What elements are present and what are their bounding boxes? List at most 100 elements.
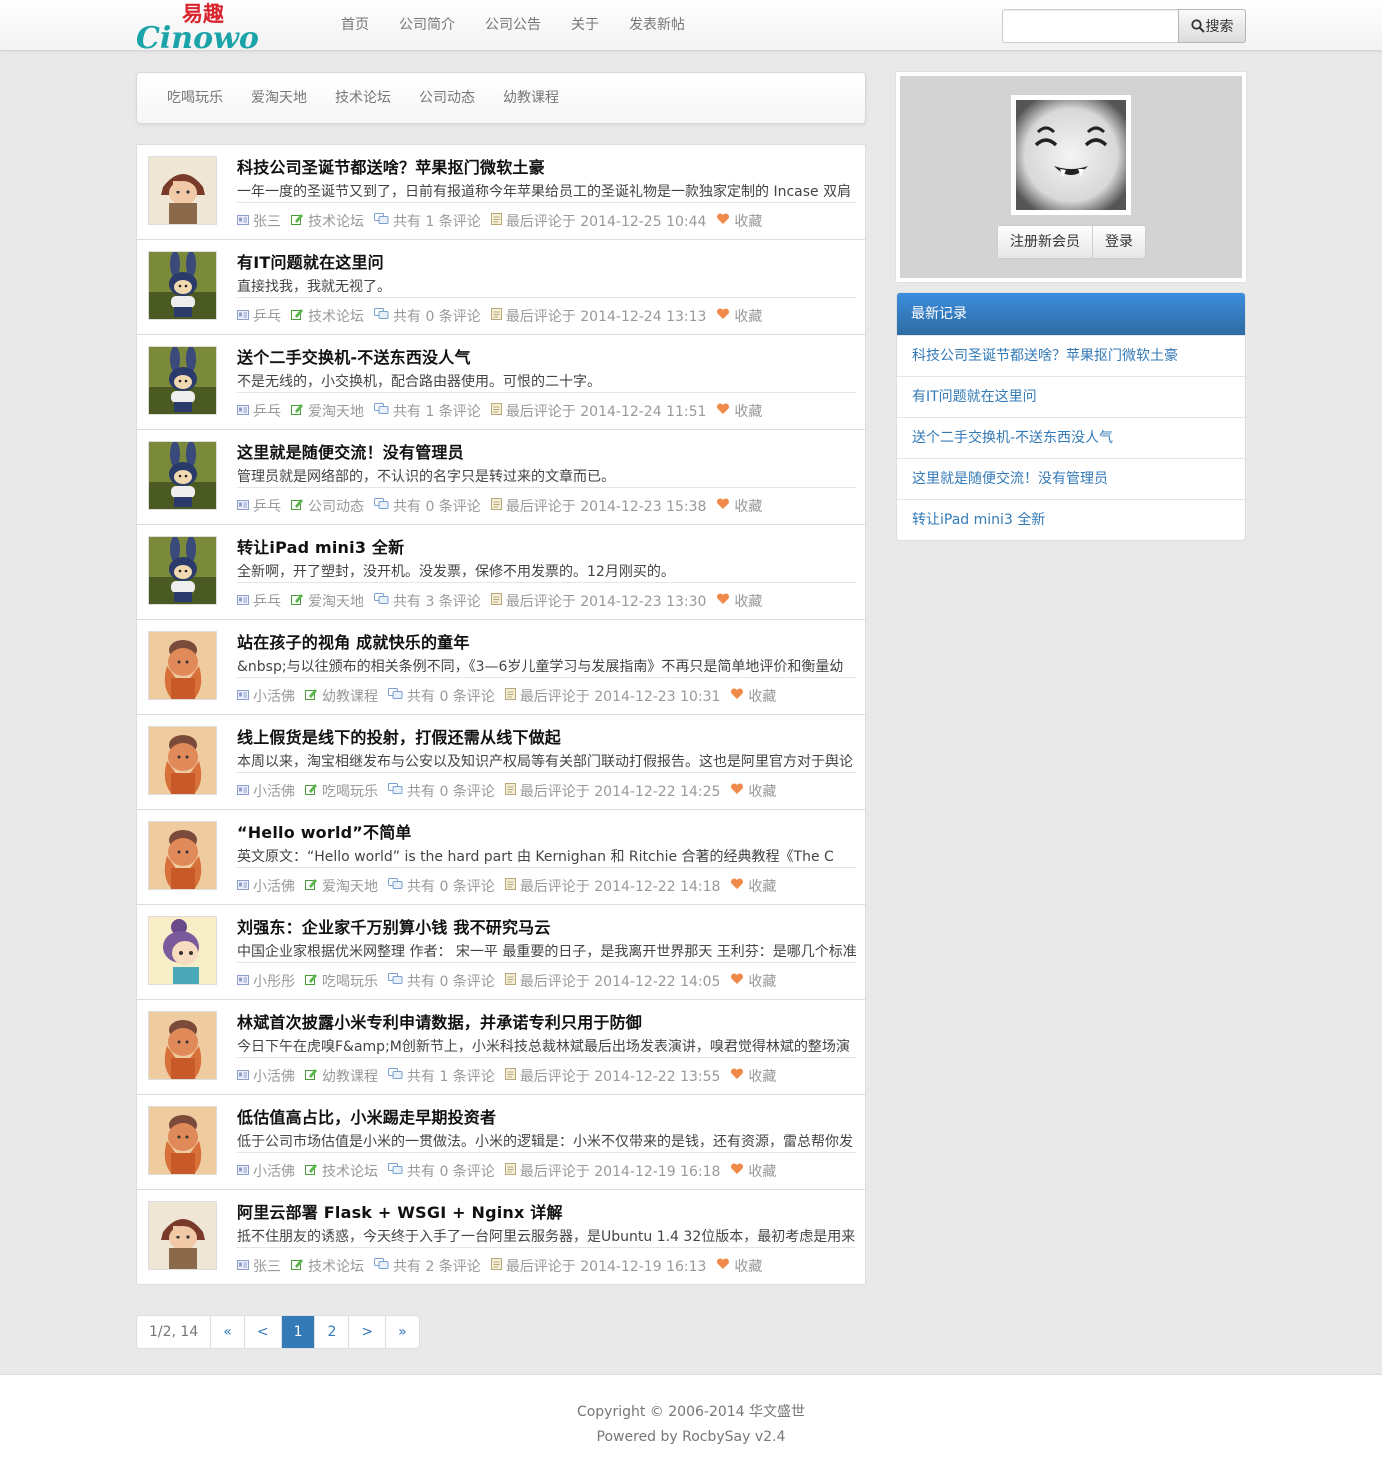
recent-item[interactable]: 这里就是随便交流！没有管理员 xyxy=(897,458,1245,499)
post-title[interactable]: 转让iPad mini3 全新 xyxy=(237,534,404,558)
post-category[interactable]: 吃喝玩乐 xyxy=(322,971,378,991)
post-category[interactable]: 技术论坛 xyxy=(308,1256,364,1276)
favorite-link[interactable]: 收藏 xyxy=(748,686,776,706)
heart-icon xyxy=(716,403,734,419)
nav-new-post[interactable]: 发表新帖 xyxy=(614,0,700,51)
post-category[interactable]: 幼教课程 xyxy=(322,686,378,706)
post-last-comment: 最后评论于 2014-12-23 13:30 xyxy=(505,594,707,610)
post-comment-count: 共有 1 条评论 xyxy=(393,214,481,230)
favorite-link[interactable]: 收藏 xyxy=(748,971,776,991)
page-first-button[interactable]: « xyxy=(211,1316,245,1348)
login-button[interactable]: 登录 xyxy=(1093,225,1146,259)
recent-item[interactable]: 转让iPad mini3 全新 xyxy=(897,499,1245,540)
post-category[interactable]: 技术论坛 xyxy=(322,1161,378,1181)
post-author[interactable]: 小活佛 xyxy=(253,686,295,706)
favorite-link[interactable]: 收藏 xyxy=(748,1161,776,1181)
register-button[interactable]: 注册新会员 xyxy=(997,225,1093,259)
post-author[interactable]: 张三 xyxy=(253,1256,281,1276)
favorite-link[interactable]: 收藏 xyxy=(748,876,776,896)
post-category[interactable]: 公司动态 xyxy=(308,496,364,516)
page-2-button[interactable]: 2 xyxy=(315,1316,350,1348)
post-author[interactable]: 小活佛 xyxy=(253,781,295,801)
category-shopping[interactable]: 爱淘天地 xyxy=(237,73,321,123)
post-author[interactable]: 小彤彤 xyxy=(253,971,295,991)
favorite-link[interactable]: 收藏 xyxy=(748,781,776,801)
category-preschool[interactable]: 幼教课程 xyxy=(489,73,573,123)
post-category[interactable]: 爱淘天地 xyxy=(308,591,364,611)
category-tech-forum[interactable]: 技术论坛 xyxy=(321,73,405,123)
pagination: 1/2, 14 « < 1 2 > » xyxy=(136,1315,420,1349)
heart-icon xyxy=(730,1068,748,1084)
favorite-link[interactable]: 收藏 xyxy=(734,401,762,421)
recent-item[interactable]: 科技公司圣诞节都送啥？苹果抠门微软土豪 xyxy=(897,335,1245,376)
category-food-fun[interactable]: 吃喝玩乐 xyxy=(153,73,237,123)
post-author[interactable]: 张三 xyxy=(253,211,281,231)
post-title[interactable]: 低估值高占比，小米踢走早期投资者 xyxy=(237,1104,496,1128)
post-title[interactable]: 林斌首次披露小米专利申请数据，并承诺专利只用于防御 xyxy=(237,1009,642,1033)
post-category[interactable]: 爱淘天地 xyxy=(322,876,378,896)
author-avatar[interactable] xyxy=(148,156,217,225)
time-icon xyxy=(504,878,520,894)
post-title[interactable]: 线上假货是线下的投射，打假还需从线下做起 xyxy=(237,724,561,748)
post-comment-count: 共有 3 条评论 xyxy=(393,594,481,610)
nav-home[interactable]: 首页 xyxy=(326,0,384,51)
comments-icon xyxy=(374,1258,393,1274)
post-category[interactable]: 技术论坛 xyxy=(308,211,364,231)
post-category[interactable]: 爱淘天地 xyxy=(308,401,364,421)
favorite-link[interactable]: 收藏 xyxy=(734,211,762,231)
category-company-news[interactable]: 公司动态 xyxy=(405,73,489,123)
post-row: 转让iPad mini3 全新 全新啊，开了塑封，没开机。没发票，保修不用发票的。… xyxy=(137,525,865,620)
post-author[interactable]: 小活佛 xyxy=(253,1066,295,1086)
author-avatar[interactable] xyxy=(148,631,217,700)
author-avatar[interactable] xyxy=(148,251,217,320)
author-avatar[interactable] xyxy=(148,1106,217,1175)
author-avatar[interactable] xyxy=(148,536,217,605)
post-author[interactable]: 乒乓 xyxy=(253,401,281,421)
search-input[interactable] xyxy=(1002,9,1179,43)
nav-about[interactable]: 关于 xyxy=(556,0,614,51)
site-logo[interactable]: 易趣 Cinowo xyxy=(136,0,266,56)
post-last-comment: 最后评论于 2014-12-22 14:05 xyxy=(519,974,721,990)
post-last-comment: 最后评论于 2014-12-22 13:55 xyxy=(519,1069,721,1085)
favorite-link[interactable]: 收藏 xyxy=(748,1066,776,1086)
author-avatar[interactable] xyxy=(148,441,217,510)
post-title[interactable]: “Hello world”不简单 xyxy=(237,819,412,843)
author-avatar[interactable] xyxy=(148,346,217,415)
nav-announcements[interactable]: 公司公告 xyxy=(470,0,556,51)
post-title[interactable]: 科技公司圣诞节都送啥？苹果抠门微软土豪 xyxy=(237,154,545,178)
post-row: 低估值高占比，小米踢走早期投资者 低于公司市场估值是小米的一贯做法。小米的逻辑是：… xyxy=(137,1095,865,1190)
author-avatar[interactable] xyxy=(148,821,217,890)
page-1-button[interactable]: 1 xyxy=(281,1316,316,1348)
favorite-link[interactable]: 收藏 xyxy=(734,591,762,611)
author-avatar[interactable] xyxy=(148,1011,217,1080)
page-last-button[interactable]: » xyxy=(386,1316,419,1348)
author-avatar[interactable] xyxy=(148,916,217,985)
favorite-link[interactable]: 收藏 xyxy=(734,496,762,516)
post-category[interactable]: 幼教课程 xyxy=(322,1066,378,1086)
recent-item[interactable]: 送个二手交换机-不送东西没人气 xyxy=(897,417,1245,458)
post-author[interactable]: 乒乓 xyxy=(253,591,281,611)
post-title[interactable]: 送个二手交换机-不送东西没人气 xyxy=(237,344,471,368)
post-category[interactable]: 吃喝玩乐 xyxy=(322,781,378,801)
author-avatar[interactable] xyxy=(148,1201,217,1270)
post-title[interactable]: 这里就是随便交流！没有管理员 xyxy=(237,439,464,463)
post-author[interactable]: 小活佛 xyxy=(253,876,295,896)
post-author[interactable]: 乒乓 xyxy=(253,496,281,516)
page-prev-button[interactable]: < xyxy=(245,1316,282,1348)
post-meta: 小活佛 技术论坛 共有 0 条评论 最后评论于 2014-12-19 16:18 收藏 xyxy=(237,1161,786,1181)
post-title[interactable]: 有IT问题就在这里问 xyxy=(237,249,384,273)
recent-item[interactable]: 有IT问题就在这里问 xyxy=(897,376,1245,417)
post-category[interactable]: 技术论坛 xyxy=(308,306,364,326)
page-next-button[interactable]: > xyxy=(349,1316,387,1348)
nav-about-company[interactable]: 公司简介 xyxy=(384,0,470,51)
favorite-link[interactable]: 收藏 xyxy=(734,1256,762,1276)
author-avatar[interactable] xyxy=(148,726,217,795)
search-button[interactable]: 搜索 xyxy=(1178,9,1246,43)
author-icon xyxy=(237,688,253,704)
favorite-link[interactable]: 收藏 xyxy=(734,306,762,326)
post-title[interactable]: 阿里云部署 Flask + WSGI + Nginx 详解 xyxy=(237,1199,563,1223)
post-title[interactable]: 刘强东：企业家千万别算小钱 我不研究马云 xyxy=(237,914,551,938)
post-author[interactable]: 小活佛 xyxy=(253,1161,295,1181)
post-author[interactable]: 乒乓 xyxy=(253,306,281,326)
post-title[interactable]: 站在孩子的视角 成就快乐的童年 xyxy=(237,629,470,653)
